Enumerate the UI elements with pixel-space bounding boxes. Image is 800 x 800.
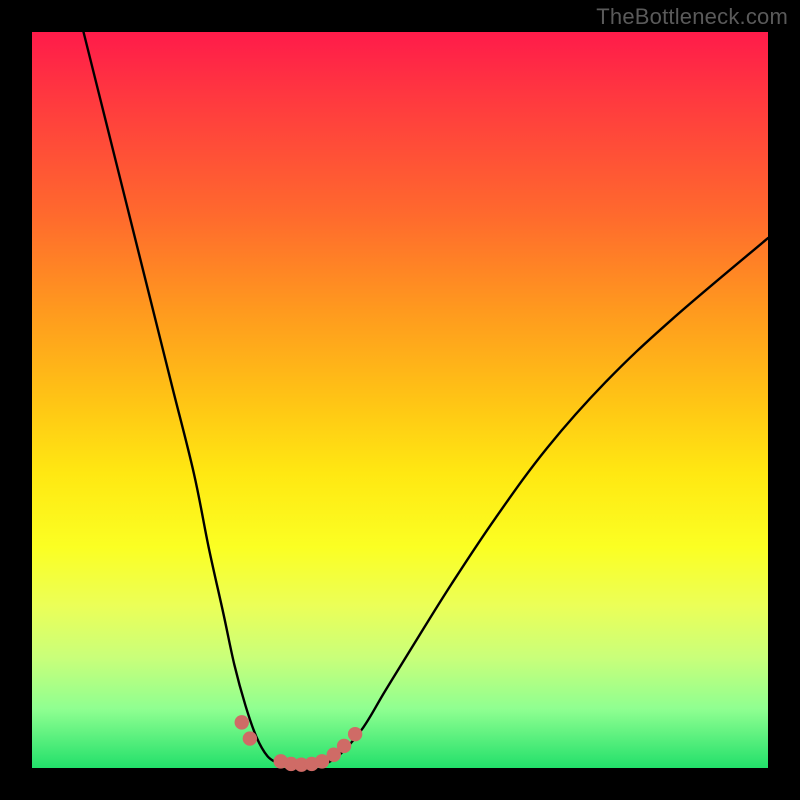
curve-marker: [243, 731, 257, 745]
curve-marker: [348, 727, 362, 741]
curve-marker: [337, 739, 351, 753]
chart-svg: [0, 0, 800, 800]
chart-frame: TheBottleneck.com: [0, 0, 800, 800]
curve-marker: [235, 715, 249, 729]
bottleneck-curve: [84, 32, 768, 766]
